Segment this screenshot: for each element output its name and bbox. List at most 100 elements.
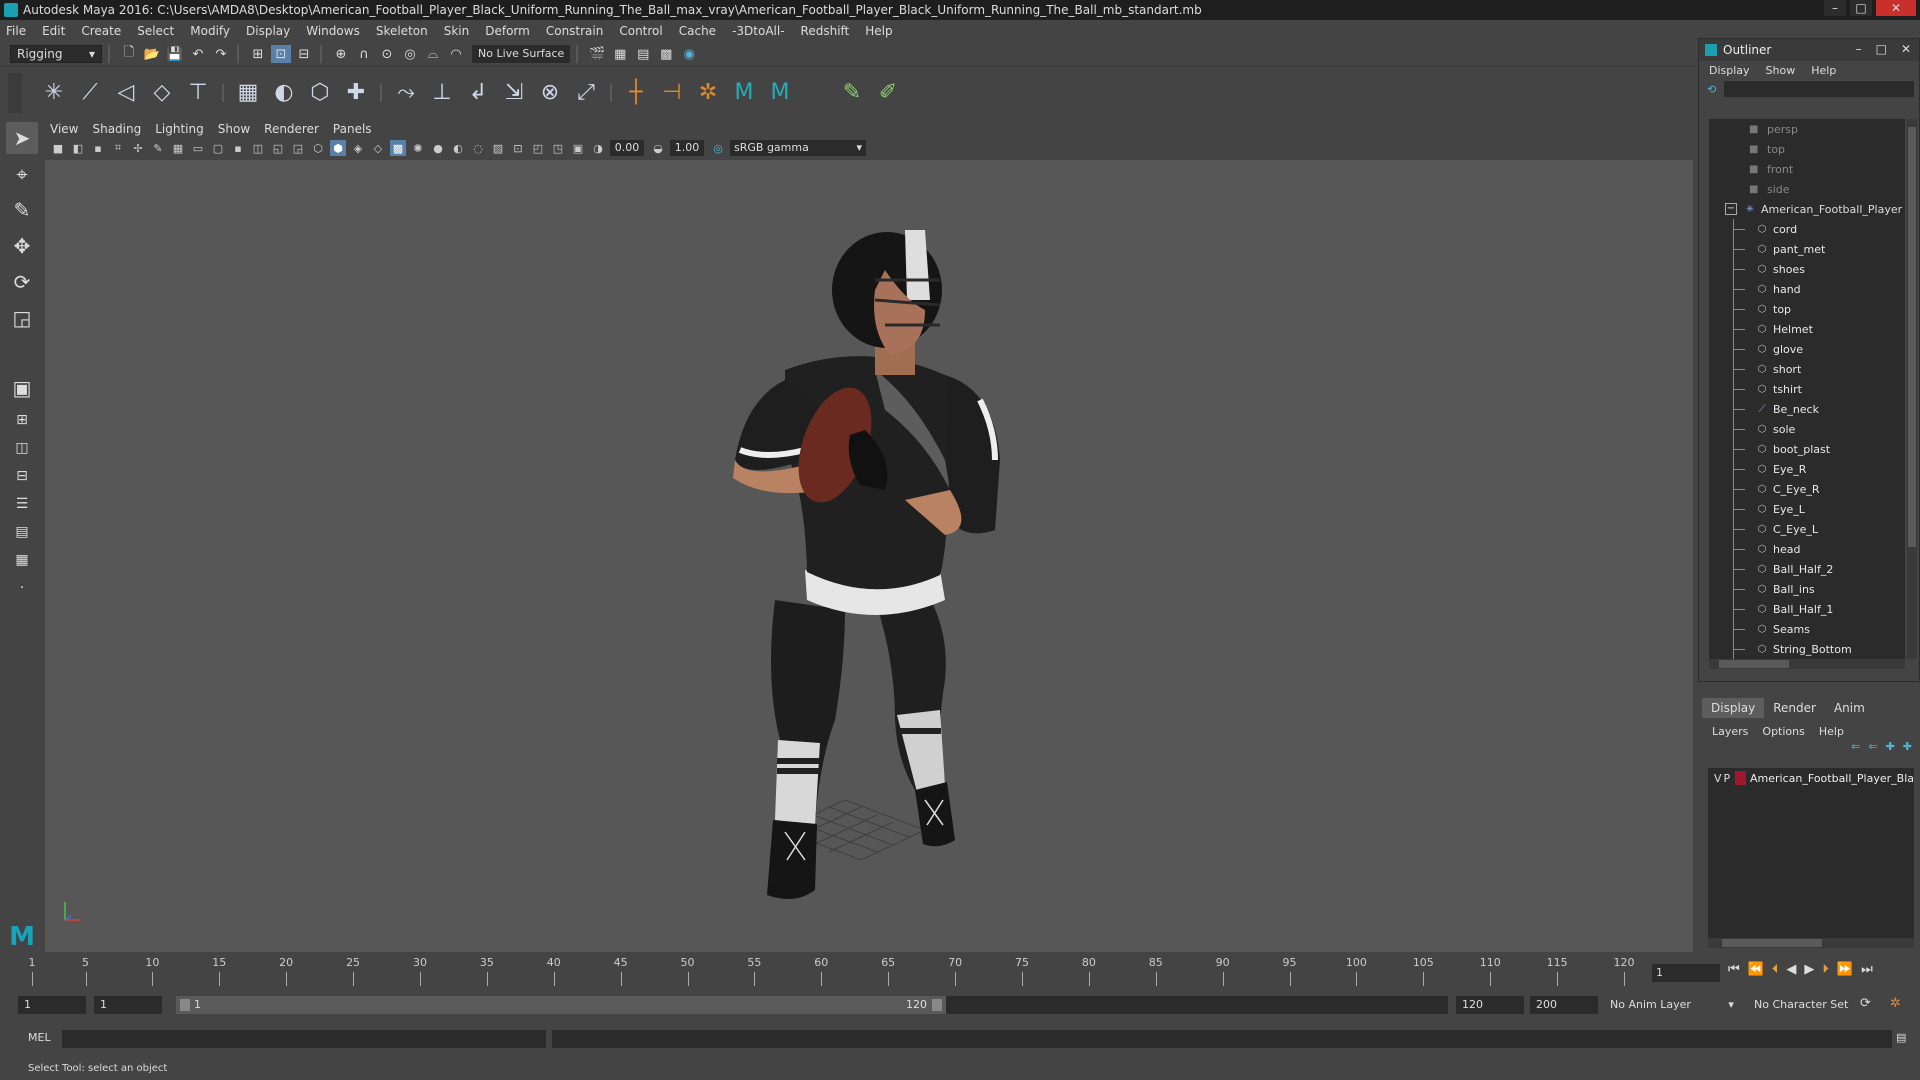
- minimize-button[interactable]: –: [1824, 0, 1846, 16]
- step-back-key-icon[interactable]: ⏪: [1748, 962, 1764, 977]
- outliner-item[interactable]: ⬡ tshirt: [1709, 379, 1905, 399]
- paint-weights-icon[interactable]: ✎: [837, 78, 867, 108]
- script-editor-icon[interactable]: ▤: [1896, 1031, 1906, 1044]
- outliner-search-input[interactable]: [1724, 81, 1915, 97]
- step-forward-frame-icon[interactable]: ⏵: [1822, 962, 1829, 977]
- locator-icon[interactable]: ┼: [621, 78, 651, 108]
- wireframe-on-shaded-icon[interactable]: ◇: [370, 140, 386, 156]
- bind-skin-icon[interactable]: ▦: [233, 78, 263, 108]
- layout-four-icon[interactable]: ⊞: [6, 408, 38, 432]
- mirror-joint-icon[interactable]: ⊤: [183, 78, 213, 108]
- tab-anim[interactable]: Anim: [1825, 698, 1874, 718]
- orient-constraint-icon[interactable]: ↲: [463, 78, 493, 108]
- select-hierarchy-icon[interactable]: ⊞: [248, 45, 268, 63]
- outliner-item[interactable]: ⬡ Eye_R: [1709, 459, 1905, 479]
- insert-joint-icon[interactable]: ◇: [147, 78, 177, 108]
- play-forward-icon[interactable]: ▶: [1804, 962, 1814, 977]
- lattice-icon[interactable]: ⬡: [305, 78, 335, 108]
- scroll-thumb[interactable]: [1722, 939, 1822, 947]
- render-view-icon[interactable]: ◉: [679, 45, 699, 63]
- range-slider[interactable]: 1 120: [176, 996, 1448, 1014]
- layout-outliner-icon[interactable]: ☰: [6, 492, 38, 516]
- time-ruler[interactable]: 1 5 10 15 20 25 30 35 40 45 50 55 60 65 70 75 80 85 90 95 10…: [28, 956, 1640, 988]
- pole-vector-icon[interactable]: ⤢: [571, 78, 601, 108]
- maximize-button[interactable]: □: [1850, 0, 1872, 16]
- menu-file[interactable]: File: [6, 24, 26, 38]
- isolate-select-icon[interactable]: ⊡: [510, 140, 526, 156]
- vp-menu-show[interactable]: Show: [218, 122, 250, 136]
- 2d-pan-icon[interactable]: ✢: [130, 140, 146, 156]
- outliner-item[interactable]: ⬡ pant_met: [1709, 239, 1905, 259]
- layout-more-icon[interactable]: ·: [6, 576, 38, 600]
- playback-end-field[interactable]: 120: [1456, 996, 1524, 1014]
- preferences-icon[interactable]: ✲: [1890, 996, 1901, 1011]
- wireframe-icon[interactable]: ⬡: [310, 140, 326, 156]
- time-slider[interactable]: 1 5 10 15 20 25 30 35 40 45 50 55 60 65 70 75 80 85 90 95 10…: [20, 956, 1660, 988]
- select-component-icon[interactable]: ⊟: [294, 45, 314, 63]
- grid-icon[interactable]: ▦: [170, 140, 186, 156]
- tab-render[interactable]: Render: [1764, 698, 1825, 718]
- vp-menu-lighting[interactable]: Lighting: [155, 122, 204, 136]
- outliner-menu-show[interactable]: Show: [1766, 64, 1796, 77]
- undo-icon[interactable]: ↶: [188, 45, 208, 63]
- current-frame-field[interactable]: 1: [1652, 964, 1720, 982]
- new-layer-selected-icon[interactable]: ✚: [1903, 740, 1912, 760]
- outliner-item[interactable]: ⬡ String_Bottom: [1709, 639, 1905, 659]
- outliner-item[interactable]: ⬡ Seams: [1709, 619, 1905, 639]
- live-surface-field[interactable]: No Live Surface: [472, 45, 571, 63]
- move-tool-icon[interactable]: ✥: [6, 230, 38, 262]
- shadows-icon[interactable]: ●: [430, 140, 446, 156]
- xray-joints-icon[interactable]: ◳: [550, 140, 566, 156]
- layout-hypershade-icon[interactable]: ▦: [6, 548, 38, 572]
- menu-deform[interactable]: Deform: [485, 24, 530, 38]
- menu-skin[interactable]: Skin: [444, 24, 470, 38]
- outliner-vertical-scrollbar[interactable]: [1907, 119, 1917, 659]
- menu-skeleton[interactable]: Skeleton: [376, 24, 428, 38]
- ssao-icon[interactable]: ◐: [450, 140, 466, 156]
- textured-icon[interactable]: ▩: [390, 140, 406, 156]
- tab-display[interactable]: Display: [1702, 698, 1765, 718]
- outliner-item[interactable]: ⬡ Eye_L: [1709, 499, 1905, 519]
- outliner-item[interactable]: ⬡ shoes: [1709, 259, 1905, 279]
- snap-point-icon[interactable]: ⊙: [377, 45, 397, 63]
- menu-constrain[interactable]: Constrain: [546, 24, 604, 38]
- vp-menu-panels[interactable]: Panels: [333, 122, 372, 136]
- collapse-toggle[interactable]: −: [1725, 203, 1737, 215]
- layer-color-swatch[interactable]: [1734, 771, 1747, 785]
- vp-menu-renderer[interactable]: Renderer: [264, 122, 319, 136]
- smooth-shade-icon[interactable]: ⬢: [330, 140, 346, 156]
- outliner-item[interactable]: ⬡ cord: [1709, 219, 1905, 239]
- outliner-close-button[interactable]: ✕: [1901, 42, 1911, 56]
- xray-active-icon[interactable]: ▣: [570, 140, 586, 156]
- gamma-icon[interactable]: ◒: [650, 140, 666, 156]
- snap-surface-icon[interactable]: ⌓: [423, 45, 443, 63]
- script-language-label[interactable]: MEL: [28, 1031, 51, 1044]
- menu-cache[interactable]: Cache: [679, 24, 716, 38]
- motion-blur-icon[interactable]: ◌: [470, 140, 486, 156]
- scale-tool-icon[interactable]: ◲: [6, 302, 38, 334]
- aim-constraint-icon[interactable]: ⊗: [535, 78, 565, 108]
- outliner-minimize-button[interactable]: –: [1856, 42, 1862, 56]
- lasso-tool-icon[interactable]: ⌖: [6, 158, 38, 190]
- outliner-item[interactable]: ⬡ Ball_Half_1: [1709, 599, 1905, 619]
- safe-title-icon[interactable]: ◲: [290, 140, 306, 156]
- move-layer-down-icon[interactable]: ⇐: [1868, 740, 1877, 760]
- layer-menu-help[interactable]: Help: [1819, 725, 1844, 738]
- outliner-item[interactable]: ⬡ C_Eye_L: [1709, 519, 1905, 539]
- menu-modify[interactable]: Modify: [190, 24, 230, 38]
- xray-icon[interactable]: ◰: [530, 140, 546, 156]
- 3d-viewport[interactable]: persp: [45, 160, 1693, 952]
- render-settings-icon[interactable]: ▤: [633, 45, 653, 63]
- outliner-menu-help[interactable]: Help: [1811, 64, 1836, 77]
- hypershade-icon[interactable]: ▩: [656, 45, 676, 63]
- layer-menu-layers[interactable]: Layers: [1712, 725, 1748, 738]
- range-start-knob[interactable]: [180, 999, 190, 1011]
- range-handle[interactable]: [176, 996, 946, 1014]
- menu-display[interactable]: Display: [246, 24, 290, 38]
- open-scene-icon[interactable]: 📂: [142, 45, 162, 63]
- outliner-camera[interactable]: ■ persp: [1709, 119, 1905, 139]
- gate-mask-icon[interactable]: ▪: [230, 140, 246, 156]
- camera-attributes-icon[interactable]: ◧: [70, 140, 86, 156]
- component-editor-icon[interactable]: ✐: [873, 78, 903, 108]
- menu-help[interactable]: Help: [865, 24, 892, 38]
